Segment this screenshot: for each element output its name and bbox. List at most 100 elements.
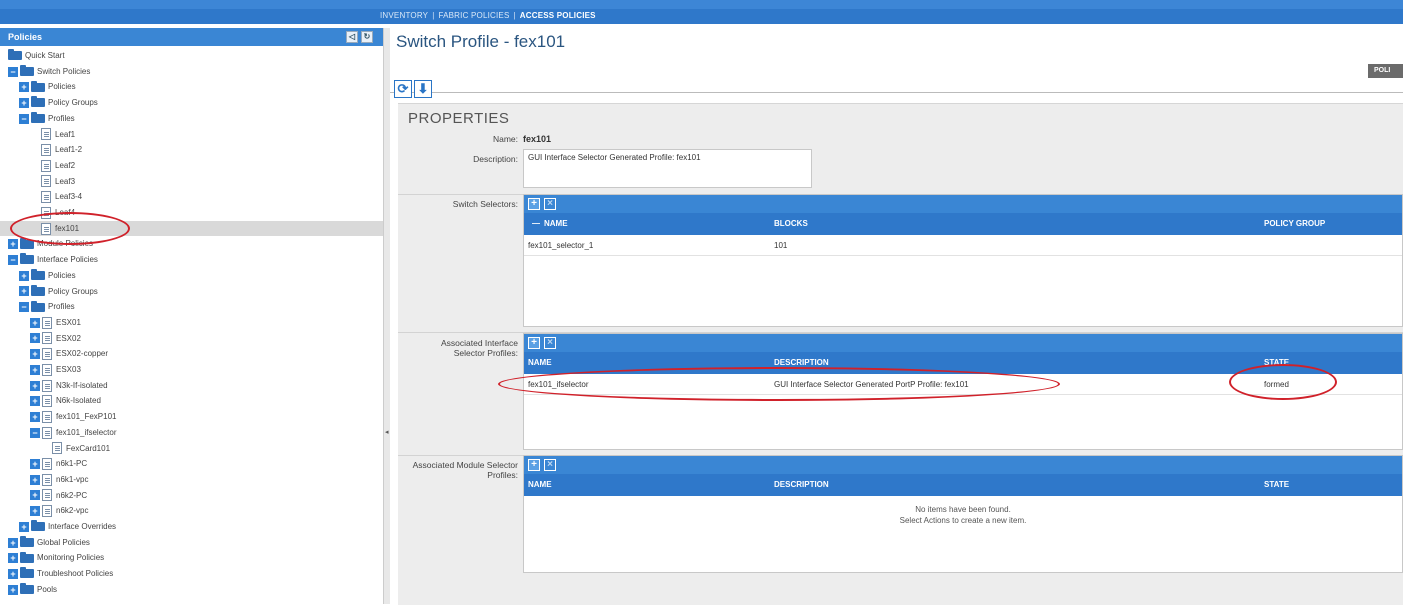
tree-item-label: FexCard101 xyxy=(66,443,111,453)
collapse-icon[interactable]: − xyxy=(19,302,29,313)
expand-icon[interactable]: + xyxy=(30,396,40,407)
splitter-grip-icon[interactable]: ◂ xyxy=(385,428,389,436)
expand-icon[interactable]: + xyxy=(30,317,40,328)
tree-item[interactable]: − Profiles xyxy=(0,299,383,314)
expand-icon[interactable]: + xyxy=(8,568,18,579)
expand-icon[interactable]: + xyxy=(19,521,29,532)
expand-icon[interactable]: + xyxy=(19,270,29,281)
nav-link-inventory[interactable]: INVENTORY xyxy=(380,11,428,20)
tree-item[interactable]: Leaf3-4 xyxy=(0,189,383,204)
name-label: Name: xyxy=(492,134,518,144)
nav-link-fabric-policies[interactable]: FABRIC POLICIES xyxy=(438,11,509,20)
tree-item[interactable]: + Policy Groups xyxy=(0,284,383,299)
tree-item[interactable]: − Profiles xyxy=(0,111,383,126)
collapse-icon[interactable]: − xyxy=(8,254,18,265)
tree-item[interactable]: Leaf1 xyxy=(0,127,383,142)
collapse-sidebar-icon[interactable]: ◁ xyxy=(346,31,358,43)
add-icon[interactable]: + xyxy=(528,459,540,471)
expand-icon[interactable]: + xyxy=(30,490,40,501)
refresh-tree-icon[interactable]: ↻ xyxy=(361,31,373,43)
tree-item[interactable]: + N3k-If-isolated xyxy=(0,378,383,393)
document-icon xyxy=(41,222,51,235)
expand-icon[interactable]: + xyxy=(30,459,40,470)
column-header-state[interactable]: STATE xyxy=(1264,480,1289,489)
tree-item[interactable]: Quick Start xyxy=(0,48,383,63)
tree-item[interactable]: + ESX01 xyxy=(0,315,383,330)
tree-item[interactable]: + Policies xyxy=(0,268,383,283)
tree-item[interactable]: + Troubleshoot Policies xyxy=(0,566,383,581)
tree-item[interactable]: Leaf4 xyxy=(0,205,383,220)
column-header-policy-group[interactable]: POLICY GROUP xyxy=(1264,219,1325,228)
document-icon xyxy=(42,363,52,376)
delete-icon[interactable]: × xyxy=(544,198,556,210)
tree-item[interactable]: + Monitoring Policies xyxy=(0,550,383,565)
add-icon[interactable]: + xyxy=(528,198,540,210)
tree-item[interactable]: Leaf2 xyxy=(0,158,383,173)
collapse-icon[interactable]: − xyxy=(19,113,29,124)
sort-icon[interactable]: — xyxy=(532,219,540,228)
expand-icon[interactable]: + xyxy=(19,82,29,93)
add-icon[interactable]: + xyxy=(528,337,540,349)
expand-icon[interactable]: + xyxy=(8,239,18,250)
column-header-description[interactable]: DESCRIPTION xyxy=(774,480,829,489)
expand-icon[interactable]: + xyxy=(8,553,18,564)
table-row[interactable]: fex101_selector_1 101 xyxy=(524,235,1402,256)
tree-item[interactable]: + fex101_FexP101 xyxy=(0,409,383,424)
download-button[interactable]: ⬇ xyxy=(414,80,432,98)
refresh-button[interactable]: ⟳ xyxy=(394,80,412,98)
interface-selectors-table: + × NAME DESCRIPTION STATE fex101_ifsele… xyxy=(523,333,1403,450)
folder-icon xyxy=(31,112,45,124)
tree-item[interactable]: + ESX02 xyxy=(0,331,383,346)
tree-item[interactable]: Leaf1-2 xyxy=(0,142,383,157)
expand-icon[interactable]: + xyxy=(8,537,18,548)
tree-item[interactable]: − fex101_ifselector xyxy=(0,425,383,440)
tree-item[interactable]: Leaf3 xyxy=(0,174,383,189)
tree-item[interactable]: + n6k1-vpc xyxy=(0,472,383,487)
tree-item[interactable]: + n6k1-PC xyxy=(0,456,383,471)
column-header-state[interactable]: STATE xyxy=(1264,358,1289,367)
tree-item[interactable]: + Interface Overrides xyxy=(0,519,383,534)
top-navigation: INVENTORY | FABRIC POLICIES | ACCESS POLICIE… xyxy=(0,0,1403,24)
tree-item[interactable]: + ESX03 xyxy=(0,362,383,377)
description-field[interactable]: GUI Interface Selector Generated Profile… xyxy=(523,149,812,188)
table-row[interactable]: fex101_ifselector GUI Interface Selector… xyxy=(524,374,1402,395)
expand-icon[interactable]: + xyxy=(30,364,40,375)
delete-icon[interactable]: × xyxy=(544,459,556,471)
tree-item[interactable]: + Module Policies xyxy=(0,236,383,251)
expand-icon[interactable]: + xyxy=(19,97,29,108)
column-header-blocks[interactable]: BLOCKS xyxy=(774,219,808,228)
column-header-name[interactable]: NAME xyxy=(544,219,568,228)
tree-item[interactable]: + Global Policies xyxy=(0,535,383,550)
expand-icon[interactable]: + xyxy=(19,286,29,297)
tree-item[interactable]: − Interface Policies xyxy=(0,252,383,267)
tab-policy[interactable]: POLI xyxy=(1368,64,1403,78)
column-header-description[interactable]: DESCRIPTION xyxy=(774,358,829,367)
tree-item[interactable]: + n6k2-PC xyxy=(0,488,383,503)
tree-item-label: Module Policies xyxy=(37,239,94,249)
expand-icon[interactable]: + xyxy=(30,474,40,485)
delete-icon[interactable]: × xyxy=(544,337,556,349)
expand-icon[interactable]: + xyxy=(30,411,40,422)
tree-item[interactable]: + ESX02-copper xyxy=(0,346,383,361)
expand-icon[interactable]: + xyxy=(30,349,40,360)
expand-icon[interactable]: + xyxy=(8,584,18,595)
column-header-name[interactable]: NAME xyxy=(528,480,552,489)
collapse-icon[interactable]: − xyxy=(8,66,18,77)
column-header-name[interactable]: NAME xyxy=(528,358,552,367)
tree-item[interactable]: + Policy Groups xyxy=(0,95,383,110)
tree-item[interactable]: + n6k2-vpc xyxy=(0,503,383,518)
tree-item[interactable]: + N6k-Isolated xyxy=(0,393,383,408)
tree-item[interactable]: + Pools xyxy=(0,582,383,597)
tree-item[interactable]: + Policies xyxy=(0,79,383,94)
tree-item-selected[interactable]: fex101 xyxy=(0,220,383,236)
properties-panel: PROPERTIES Name: fex101 Description: GUI… xyxy=(398,103,1403,605)
expand-icon[interactable]: + xyxy=(30,333,40,344)
cell-name: fex101_selector_1 xyxy=(528,241,594,250)
document-icon xyxy=(42,395,52,408)
expand-icon[interactable]: + xyxy=(30,380,40,391)
tree-item[interactable]: FexCard101 xyxy=(0,441,383,456)
nav-link-access-policies[interactable]: ACCESS POLICIES xyxy=(520,11,596,20)
expand-icon[interactable]: + xyxy=(30,506,40,517)
collapse-icon[interactable]: − xyxy=(30,427,40,438)
tree-item[interactable]: − Switch Policies xyxy=(0,64,383,79)
